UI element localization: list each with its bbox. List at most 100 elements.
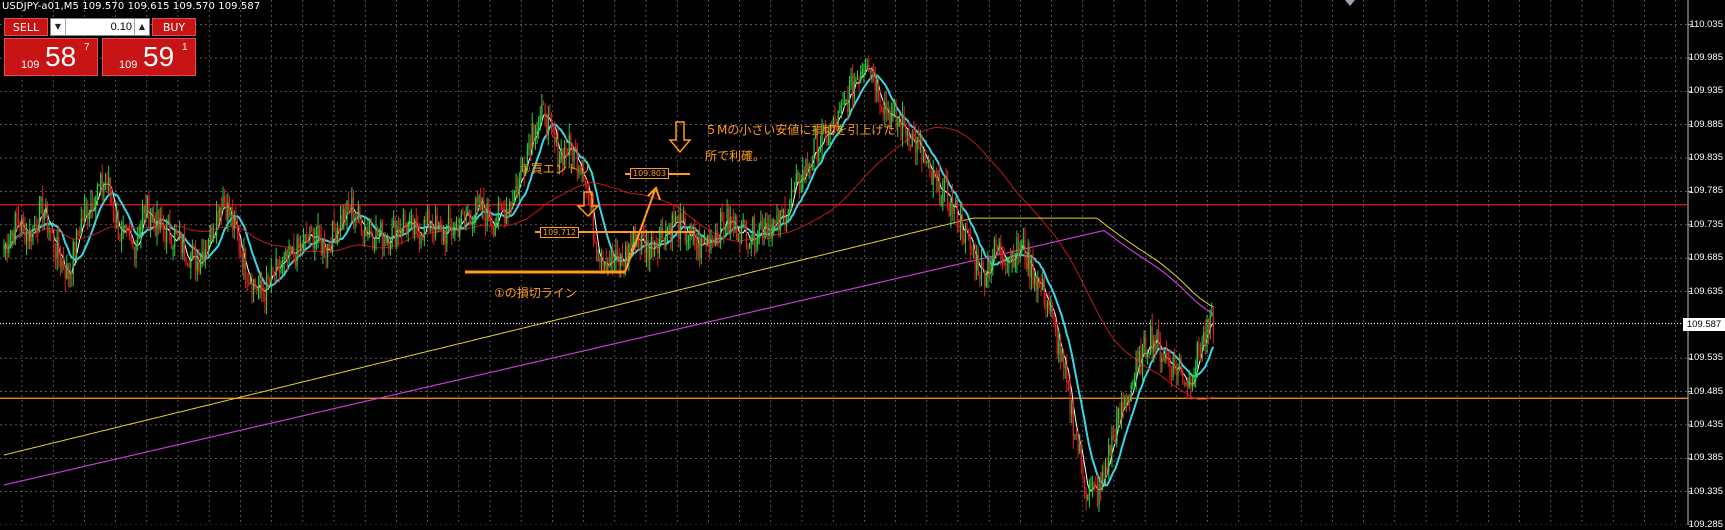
candle-body: [203, 251, 205, 262]
candle-body: [232, 212, 234, 230]
profit-note-line2: 所で利確。: [705, 149, 766, 163]
candle-body: [19, 225, 21, 232]
candle-body: [5, 242, 7, 249]
candle-body: [571, 145, 574, 162]
candle-body: [304, 234, 306, 238]
lot-size-input[interactable]: 0.10: [65, 19, 135, 35]
candle-body: [911, 133, 913, 147]
candle-body: [866, 65, 868, 69]
candle-body: [149, 219, 152, 228]
candle-body: [491, 225, 493, 228]
candle-body: [671, 214, 673, 240]
candle-body: [844, 100, 846, 104]
price-axis-label: 109.535: [1688, 352, 1723, 364]
candle-body: [845, 99, 847, 101]
candle-body: [455, 224, 458, 227]
candle-body: [951, 196, 954, 214]
candle-body: [183, 236, 185, 259]
candle-body: [166, 223, 168, 243]
candle-body: [959, 214, 962, 228]
lot-decrease-icon[interactable]: ▼: [51, 19, 66, 35]
candle-body: [713, 238, 715, 246]
candle-body: [644, 237, 646, 254]
candle-body: [372, 236, 374, 247]
candle-body: [802, 169, 804, 188]
candle-body: [813, 138, 815, 161]
candle-body: [666, 229, 669, 231]
candle-body: [373, 246, 375, 248]
sell-price-button[interactable]: 109 58 7: [4, 38, 98, 76]
candle-body: [766, 223, 768, 236]
sell-button[interactable]: SELL: [4, 18, 48, 36]
candle-body: [501, 205, 503, 210]
candle-body: [143, 206, 145, 213]
candle-body: [1080, 444, 1082, 462]
buy-price-button[interactable]: 109 59 1: [102, 38, 196, 76]
candle-body: [388, 238, 390, 249]
lot-increase-icon[interactable]: ▲: [134, 19, 149, 35]
candle-body: [1100, 484, 1102, 489]
chart-shift-marker-icon[interactable]: [1345, 0, 1355, 6]
candle-body: [1146, 354, 1148, 358]
candle-body: [728, 208, 730, 231]
candle-body: [248, 282, 250, 285]
candle-body: [465, 215, 467, 218]
candle-body: [30, 229, 32, 242]
candle-body: [418, 235, 421, 244]
candle-body: [164, 231, 166, 243]
candle-body: [322, 239, 324, 254]
price-chart[interactable]: [0, 0, 1725, 525]
candle-body: [972, 249, 975, 251]
candle-body: [534, 137, 537, 139]
candle-body: [605, 261, 607, 271]
candle-body: [24, 223, 26, 243]
candle-body: [410, 216, 413, 218]
candle-body: [138, 236, 140, 238]
candle-body: [734, 216, 736, 229]
candle-body: [935, 178, 938, 181]
candle-body: [478, 196, 480, 203]
candle-body: [798, 172, 801, 190]
candle-body: [370, 230, 372, 237]
candle-body: [264, 294, 266, 302]
candle-body: [496, 222, 498, 225]
candle-body: [35, 225, 37, 232]
candle-body: [512, 202, 514, 204]
lot-size-stepper[interactable]: ▼ 0.10 ▲: [50, 18, 150, 36]
candle-body: [488, 203, 490, 222]
candle-body: [476, 197, 479, 203]
candle-body: [472, 223, 474, 226]
candle-body: [943, 180, 946, 190]
candle-body: [908, 131, 910, 147]
candle-body: [294, 256, 297, 266]
candle-body: [317, 225, 319, 240]
candle-body: [1022, 240, 1024, 244]
candle-body: [278, 259, 280, 273]
candle-body: [1129, 394, 1131, 399]
buy-price-prefix: 109: [119, 59, 138, 71]
candle-body: [720, 212, 722, 244]
candle-body: [1206, 319, 1208, 344]
candle-body: [180, 232, 182, 253]
candle-body: [257, 288, 260, 292]
candle-body: [120, 228, 123, 242]
candle-body: [1038, 279, 1041, 281]
candle-body: [407, 222, 409, 233]
candle-body: [273, 271, 276, 277]
candle-body: [913, 133, 915, 136]
candle-body: [499, 202, 501, 206]
candle-body: [98, 185, 100, 187]
candle-body: [1153, 340, 1155, 352]
candle-body: [103, 186, 105, 192]
buy-button[interactable]: BUY: [152, 18, 196, 36]
candle-body: [360, 218, 363, 236]
candle-body: [847, 99, 849, 112]
annotation-drawings: [465, 121, 695, 274]
candle-body: [776, 214, 778, 222]
candle-body: [1108, 444, 1110, 472]
candle-body: [312, 229, 314, 249]
candle-body: [225, 202, 227, 220]
candle-body: [1149, 326, 1152, 354]
candle-body: [699, 237, 701, 259]
candle-body: [1191, 385, 1194, 388]
